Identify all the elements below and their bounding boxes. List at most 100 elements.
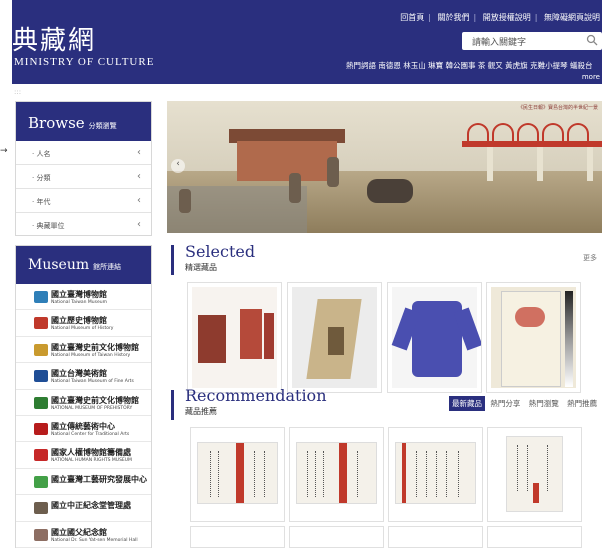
card-image	[192, 287, 277, 388]
hot-keywords-more[interactable]: more	[582, 73, 600, 81]
pointer-arrow-icon: →	[0, 146, 8, 156]
top-link-about[interactable]: 關於我們	[436, 13, 472, 22]
chevron-left-icon: ‹	[137, 195, 141, 206]
museum-english-name: NATIONAL MUSEUM OF PREHISTORY	[51, 405, 133, 411]
museum-link[interactable]: 國立臺灣工藝研究發展中心	[16, 469, 151, 496]
selected-more-link[interactable]: 更多	[583, 253, 597, 263]
top-link-license[interactable]: 開放授權說明	[481, 13, 533, 22]
museum-logo-icon	[34, 291, 48, 303]
recommendation-card[interactable]	[487, 427, 582, 522]
tab-popular-view[interactable]: 熱門瀏覽	[526, 396, 562, 411]
recommendation-card[interactable]	[388, 427, 483, 522]
search-box[interactable]: 請輸入關鍵字	[462, 32, 602, 50]
museum-name: 國立台灣美術館	[51, 368, 107, 379]
museum-logo-icon	[34, 343, 48, 356]
section-bar	[171, 245, 174, 275]
museum-english-name: National Museum of Taiwan History	[51, 352, 131, 358]
museum-name: 國立臺灣史前文化博物館	[51, 341, 139, 352]
banner-caption: 《民生日報》寶島台灣的半世紀一景	[517, 105, 598, 111]
card-image	[491, 287, 576, 388]
selected-card[interactable]	[387, 282, 482, 393]
browse-item-label: · 典藏單位	[32, 222, 65, 230]
museum-english-name: National Taiwan Museum	[51, 300, 107, 305]
selected-card[interactable]	[287, 282, 382, 393]
museum-link[interactable]: 國立中正紀念堂管理處	[16, 495, 151, 522]
museum-header: Museum 館所連結	[16, 246, 151, 284]
tab-popular-share[interactable]: 熱門分享	[487, 396, 523, 411]
museum-english-name: NATIONAL HUMAN RIGHTS MUSEUM	[51, 458, 132, 464]
museum-link[interactable]: 國立臺灣博物館 National Taiwan Museum	[16, 284, 151, 311]
museum-link[interactable]: 國立歷史博物館 National Museum of History	[16, 310, 151, 337]
browse-item-label: · 年代	[32, 198, 51, 206]
search-input[interactable]: 請輸入關鍵字	[472, 35, 526, 48]
chevron-left-icon: ‹	[137, 147, 141, 158]
site-logo[interactable]: 典藏網	[12, 20, 96, 57]
museum-link[interactable]: 國立臺灣史前文化博物館 NATIONAL MUSEUM OF PREHISTORY	[16, 390, 151, 416]
museum-subtitle: 館所連結	[93, 263, 122, 271]
browse-item-category[interactable]: · 分類 ‹	[16, 165, 151, 189]
tab-newest[interactable]: 最新藏品	[449, 396, 485, 411]
browse-item-era[interactable]: · 年代 ‹	[16, 189, 151, 213]
card-image	[296, 442, 377, 504]
museum-link[interactable]: 國立台灣美術館 National Taiwan Museum of Fine Ar…	[16, 363, 151, 390]
selected-card[interactable]	[486, 282, 581, 393]
museum-name: 國立國父紀念館	[51, 526, 107, 537]
site-logo-english: MINISTRY OF CULTURE	[14, 56, 155, 68]
tab-popular-recommend[interactable]: 熱門推薦	[564, 396, 600, 411]
top-link-home[interactable]: 回首頁	[398, 13, 426, 22]
bridge-arch	[492, 123, 514, 143]
museum-panel: Museum 館所連結 國立臺灣博物館 National Taiwan Museum…	[15, 245, 152, 548]
museum-name: 國立臺灣史前文化博物館	[51, 394, 139, 405]
museum-logo-icon	[34, 370, 48, 383]
banner-prev-button[interactable]: ‹	[171, 159, 185, 173]
chevron-left-icon: ‹	[137, 171, 141, 182]
recommendation-card[interactable]	[388, 526, 483, 548]
banner-person	[289, 173, 301, 203]
museum-name: 國立臺灣博物館	[51, 289, 107, 299]
recommendation-card[interactable]	[289, 526, 384, 548]
bridge-pier	[487, 147, 493, 181]
browse-item-person[interactable]: · 人名 ‹	[16, 141, 151, 165]
bridge-arch	[517, 123, 539, 143]
hero-banner[interactable]: 《民生日報》寶島台灣的半世紀一景 ‹	[167, 101, 602, 233]
card-image	[395, 442, 476, 504]
banner-buffalo	[367, 179, 413, 203]
bridge-pier	[537, 147, 543, 181]
bridge-pier	[587, 147, 593, 181]
card-image	[506, 436, 563, 512]
museum-logo-icon	[34, 528, 48, 541]
recommendation-card[interactable]	[487, 526, 582, 548]
recommendation-card[interactable]	[190, 526, 285, 548]
museum-name: 國立中正紀念堂管理處	[51, 500, 131, 511]
chevron-left-icon: ‹	[137, 219, 141, 230]
museum-name: 國立臺灣工藝研究發展中心	[51, 473, 147, 484]
selected-card[interactable]	[187, 282, 282, 393]
museum-logo-icon	[34, 317, 48, 330]
museum-link[interactable]: 國立臺灣史前文化博物館 National Museum of Taiwan His…	[16, 337, 151, 364]
section-bar	[171, 390, 174, 420]
browse-item-institution[interactable]: · 典藏單位 ‹	[16, 213, 151, 237]
search-icon[interactable]	[586, 34, 600, 48]
museum-link[interactable]: 國立傳統藝術中心 National Center for Traditional …	[16, 416, 151, 443]
browse-title: Browse	[28, 114, 85, 132]
browse-item-label: · 人名	[32, 150, 51, 158]
card-image	[197, 442, 278, 504]
bridge-arch	[567, 123, 589, 143]
museum-english-name: National Museum of History	[51, 326, 114, 332]
museum-logo-icon	[34, 475, 48, 488]
recommendation-title: Recommendation	[185, 386, 327, 405]
museum-logo-icon	[34, 502, 48, 515]
museum-link[interactable]: 國家人權博物館籌備處 NATIONAL HUMAN RIGHTS MUSEUM	[16, 442, 151, 469]
museum-logo-icon	[34, 396, 48, 409]
museum-logo-icon	[34, 449, 48, 462]
museum-english-name: National Center for Traditional Arts	[51, 431, 130, 437]
hot-keywords[interactable]: 熱門詞語 南德恩 林玉山 琳寶 韓公園事 茶 觀又 黃虎旗 克難小提琴 蟻殺台	[346, 60, 592, 71]
museum-title: Museum	[28, 257, 90, 273]
museum-english-name: National Dr. Sun Yat-sen Memorial Hall	[51, 537, 138, 543]
recommendation-card[interactable]	[289, 427, 384, 522]
top-link-accessibility[interactable]: 無障礙網頁說明	[542, 13, 602, 22]
bridge-arch	[467, 123, 489, 143]
recommendation-subtitle: 藏品推薦	[185, 407, 217, 416]
museum-link[interactable]: 國立國父紀念館 National Dr. Sun Yat-sen Memorial…	[16, 522, 151, 548]
recommendation-card[interactable]	[190, 427, 285, 522]
